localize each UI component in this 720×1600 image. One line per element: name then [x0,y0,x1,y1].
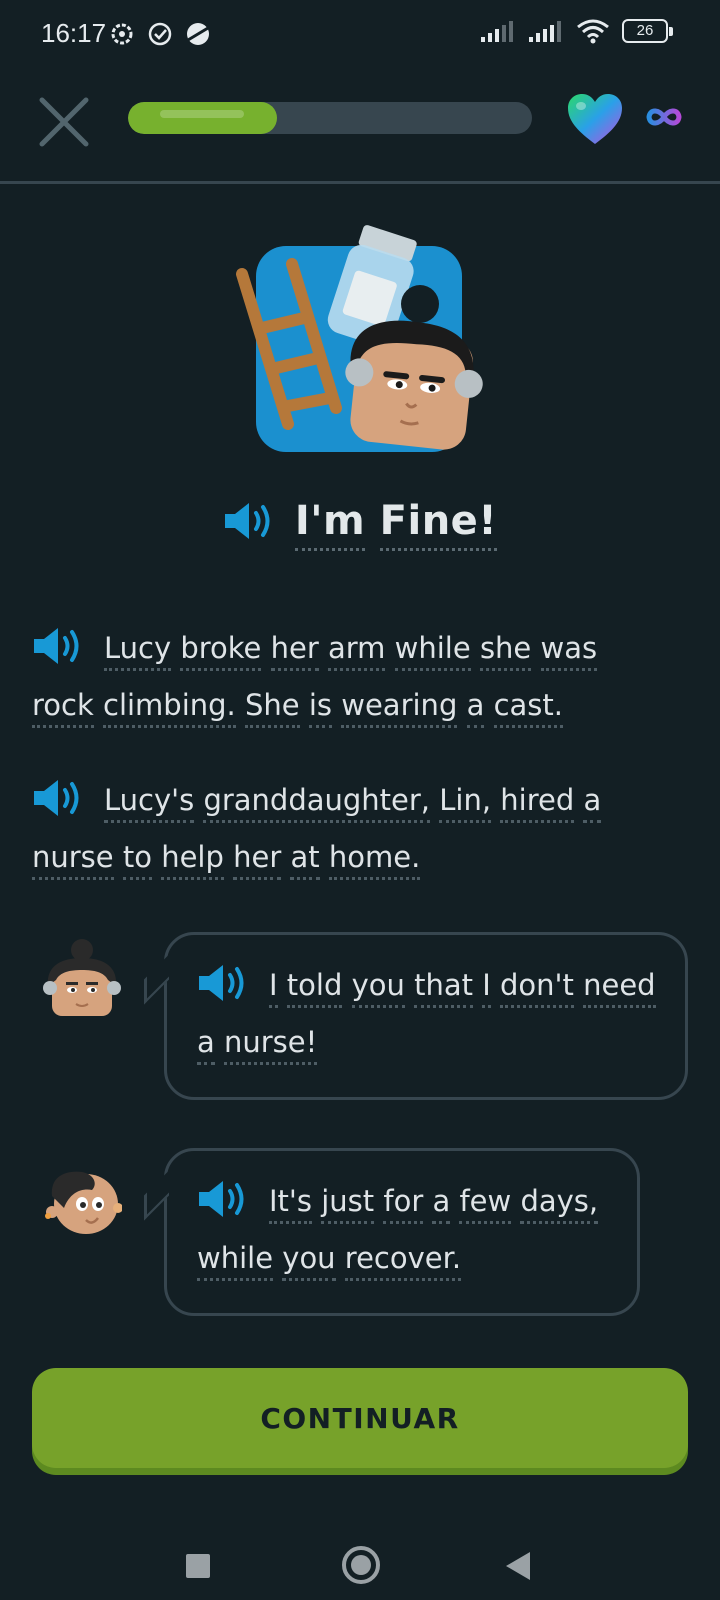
story-word[interactable]: to [122,840,152,880]
story-word[interactable]: don't [500,968,574,1008]
dialogue-speaker-icon[interactable] [197,1179,247,1219]
speech-bubble-lin: It's just for a few days, while you reco… [164,1148,640,1316]
continue-button[interactable]: CONTINUAR [32,1368,688,1468]
narration-speaker-icon[interactable] [32,626,82,666]
story-word[interactable]: a [197,1025,215,1065]
system-nav-bar [0,1520,720,1600]
settings-gear-icon [111,23,133,45]
narration-speaker-icon[interactable] [32,778,82,818]
story-word[interactable]: Lucy [104,631,172,671]
story-word[interactable]: I [269,968,278,1008]
story-word[interactable]: nurse! [224,1025,318,1065]
status-bar: 16:17 26 [0,0,720,70]
story-title: I'm Fine! [0,498,720,551]
check-circle-icon [148,22,172,46]
story-word[interactable]: granddaughter, [203,783,431,823]
signal-strength-icon-2 [529,21,561,42]
story-word[interactable]: is [308,688,333,728]
story-word[interactable]: you [351,968,405,1008]
story-title-text: I'm Fine! [294,498,498,551]
story-word[interactable]: at [290,840,320,880]
recent-apps-icon[interactable] [186,1554,210,1578]
status-system-icons: 26 [480,18,673,44]
lucy-avatar [43,939,121,1016]
dialogue-speaker-icon[interactable] [197,963,247,1003]
story-word[interactable]: hired [500,783,575,823]
planet-icon [187,23,209,45]
story-word[interactable]: I [482,968,491,1008]
story-word[interactable]: climbing. [103,688,236,728]
heart-icon[interactable] [566,92,624,146]
story-word[interactable]: a [432,1184,451,1224]
title-word[interactable]: I'm [294,498,366,551]
story-word[interactable]: her [270,631,319,671]
story-word[interactable]: told [286,968,343,1008]
story-word[interactable]: you [282,1241,336,1281]
story-word[interactable]: It's [269,1184,313,1224]
lesson-progress-fill [128,102,278,134]
lesson-progress-bar [128,102,532,134]
story-word[interactable]: help [161,840,224,880]
infinity-icon [646,108,682,126]
story-word[interactable]: while [394,631,471,671]
status-time: 16:17 [41,18,107,48]
story-word[interactable]: rock [32,688,94,728]
speech-bubble-lucy: I told you that I don't need a nurse! [164,932,688,1100]
story-word[interactable]: that [414,968,474,1008]
story-word[interactable]: arm [328,631,386,671]
story-word[interactable]: recover. [344,1241,462,1281]
story-word[interactable]: Lucy's [104,783,195,823]
story-word[interactable]: home. [328,840,421,880]
story-word[interactable]: need [583,968,656,1008]
story-word[interactable]: days, [520,1184,599,1224]
story-word[interactable]: while [197,1241,274,1281]
lin-avatar [45,1171,122,1234]
wifi-icon [577,19,609,44]
narration-line-1: Lucy broke her arm while she was rock cl… [32,620,632,734]
story-word[interactable]: broke [180,631,262,671]
story-word[interactable]: a [466,688,485,728]
story-word[interactable]: for [383,1184,424,1224]
story-word[interactable]: She [245,688,300,728]
story-word[interactable]: her [233,840,282,880]
story-word[interactable]: a [583,783,602,823]
story-word[interactable]: was [540,631,598,671]
home-icon[interactable] [342,1546,380,1584]
narration-line-2: Lucy's granddaughter, Lin, hired a nurse… [32,772,632,886]
status-notification-icons [108,20,212,48]
signal-strength-icon [481,21,513,42]
battery-indicator: 26 [622,19,673,43]
story-word[interactable]: nurse [32,840,114,880]
back-icon[interactable] [506,1552,530,1580]
title-speaker-icon[interactable] [223,501,273,541]
story-illustration [236,225,483,452]
story-word[interactable]: few [459,1184,512,1224]
title-word[interactable]: Fine! [379,498,498,551]
lesson-top-bar [0,80,720,184]
story-word[interactable]: cast. [493,688,563,728]
story-word[interactable]: she [479,631,532,671]
close-icon[interactable] [36,94,92,150]
story-word[interactable]: Lin, [439,783,492,823]
story-word[interactable]: wearing [341,688,458,728]
story-word[interactable]: just [321,1184,375,1224]
